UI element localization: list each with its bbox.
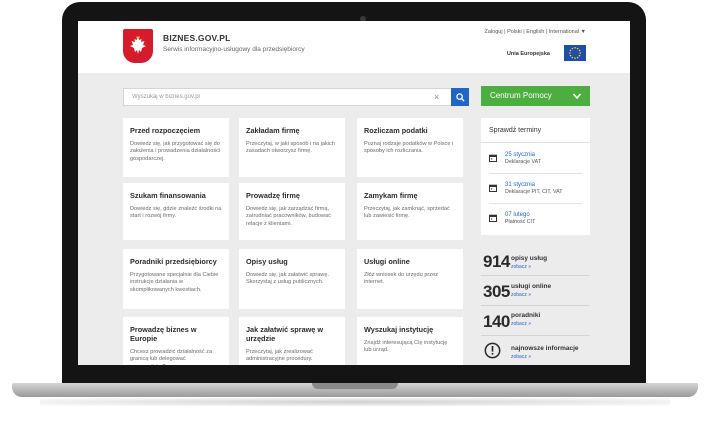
tile-office-matters[interactable]: Jak załatwić sprawę w urzędzie Przeczyta… xyxy=(239,317,345,365)
divider xyxy=(481,275,590,276)
tile-close-company[interactable]: Zamykam firmę Przeczytaj, jak zamknąć, s… xyxy=(357,183,463,240)
stat-link[interactable]: zobacz » xyxy=(511,354,531,360)
deadline-date[interactable]: 07 lutego xyxy=(505,212,530,218)
tile-title: Prowadzę firmę xyxy=(246,191,300,200)
tile-title: Wyszukaj instytucję xyxy=(364,325,434,334)
site-subtitle: Serwis informacyjno-usługowy dla przedsi… xyxy=(163,46,305,53)
help-center-button[interactable]: Centrum Pomocy xyxy=(481,86,590,106)
tile-description: Przeczytaj, jak zrealizować administracy… xyxy=(246,349,313,363)
eu-label: Unia Europejska xyxy=(506,51,550,57)
laptop-notch xyxy=(312,383,398,389)
deadline-date[interactable]: 31 stycznia xyxy=(505,182,535,188)
stat-link[interactable]: zobacz » xyxy=(511,264,531,270)
deadline-item[interactable]: 07 lutego Płatność CIT xyxy=(481,204,590,234)
search-input[interactable] xyxy=(132,89,432,105)
tile-description: Dowiedz się, jak załatwić sprawę. Skorzy… xyxy=(246,272,330,286)
tile-taxes[interactable]: Rozliczam podatki Poznaj rodzaje podatkó… xyxy=(357,118,463,177)
stat-number: 914 xyxy=(483,252,510,271)
deadline-item[interactable]: 31 stycznia Deklaracje PIT, CIT, VAT xyxy=(481,174,590,204)
calendar-icon xyxy=(489,214,497,222)
tile-description: Przeczytaj, jak zamknąć, sprzedać lub za… xyxy=(364,206,450,220)
browser-screen: BIZNES.GOV.PL Serwis informacyjno-usługo… xyxy=(78,21,630,365)
deadlines-title: Sprawdź terminy xyxy=(489,127,542,134)
tile-title: Zakładam firmę xyxy=(246,126,300,135)
stat-label: poradniki xyxy=(511,312,541,319)
stat-service-descriptions[interactable]: 914 opisy usług zobacz » xyxy=(481,249,590,276)
tile-title: Usługi online xyxy=(364,257,410,266)
stat-link[interactable]: zobacz » xyxy=(511,292,531,298)
divider xyxy=(481,142,590,143)
chevron-down-icon xyxy=(572,93,582,100)
tile-description: Dowiedz się, jak przygotować się do zało… xyxy=(130,141,221,162)
tile-title: Zamykam firmę xyxy=(364,191,418,200)
deadline-description: Deklaracje PIT, CIT, VAT xyxy=(505,189,563,195)
help-center-label: Centrum Pomocy xyxy=(490,91,552,100)
stat-news[interactable]: najnowsze informacje zobacz » xyxy=(481,339,590,365)
deadlines-panel: Sprawdź terminy 25 stycznia Deklaracje V… xyxy=(481,118,590,235)
laptop-shadow xyxy=(40,398,670,406)
calendar-icon xyxy=(489,184,497,192)
tile-start-company[interactable]: Zakładam firmę Przeczytaj, w jaki sposób… xyxy=(239,118,345,177)
tile-business-in-europe[interactable]: Prowadzę biznes w Europie Chcesz prowadz… xyxy=(123,317,229,365)
stat-online-services[interactable]: 305 usługi online zobacz » xyxy=(481,279,590,306)
tile-description: Chcesz prowadzić działalność za granicą … xyxy=(130,349,213,365)
tile-service-descriptions[interactable]: Opisy usług Dowiedz się, jak załatwić sp… xyxy=(239,249,345,309)
deadline-item[interactable]: 25 stycznia Deklaracje VAT xyxy=(481,144,590,174)
calendar-icon xyxy=(489,154,497,162)
tile-title: Szukam finansowania xyxy=(130,191,206,200)
stat-label: opisy usług xyxy=(511,255,548,262)
stat-label: usługi online xyxy=(511,283,552,290)
tile-guides[interactable]: Poradniki przedsiębiorcy Przygotowane sp… xyxy=(123,249,229,309)
top-links[interactable]: Zaloguj | Polski | English | Internation… xyxy=(485,29,586,35)
tile-title: Rozliczam podatki xyxy=(364,126,428,135)
deadline-description: Deklaracje VAT xyxy=(505,159,542,165)
stat-guides[interactable]: 140 poradniki zobacz » xyxy=(481,309,590,336)
tile-financing[interactable]: Szukam finansowania Dowiedz się, gdzie z… xyxy=(123,183,229,240)
site-name[interactable]: BIZNES.GOV.PL xyxy=(163,33,230,43)
tile-description: Złóż wniosek do urzędu przez internet. xyxy=(364,272,438,286)
deadline-date[interactable]: 25 stycznia xyxy=(505,152,535,158)
clear-icon[interactable]: × xyxy=(434,91,439,103)
tile-description: Poznaj rodzaje podatków w Polsce i sposo… xyxy=(364,141,454,155)
tile-run-company[interactable]: Prowadzę firmę Dowiedz się, jak zarządza… xyxy=(239,183,345,240)
eu-flag-icon xyxy=(564,45,586,61)
info-icon xyxy=(484,342,501,359)
tile-description: Znajdź interesującą Cię instytucję lub u… xyxy=(364,340,448,354)
stat-number: 305 xyxy=(483,282,510,301)
deadline-description: Płatność CIT xyxy=(505,219,536,225)
search-box: × xyxy=(123,88,468,106)
divider xyxy=(481,335,590,336)
tile-title: Jak załatwić sprawę w urzędzie xyxy=(246,325,324,343)
tile-description: Przeczytaj, w jaki sposób i na jakich za… xyxy=(246,141,335,155)
tile-description: Dowiedz się, gdzie znaleźć środki na sta… xyxy=(130,206,222,220)
stat-link[interactable]: zobacz » xyxy=(511,321,531,327)
tile-description: Przygotowane specjalnie dla Ciebie instr… xyxy=(130,272,219,293)
tile-before-start[interactable]: Przed rozpoczęciem Dowiedz się, jak przy… xyxy=(123,118,229,177)
tile-find-institution[interactable]: Wyszukaj instytucję Znajdź interesującą … xyxy=(357,317,463,365)
tile-description: Dowiedz się, jak zarządzać firmą, zatrud… xyxy=(246,206,331,227)
stat-number: 140 xyxy=(483,312,510,331)
site-header: BIZNES.GOV.PL Serwis informacyjno-usługo… xyxy=(78,21,630,73)
tile-title: Przed rozpoczęciem xyxy=(130,126,201,135)
tile-title: Poradniki przedsiębiorcy xyxy=(130,257,217,266)
tile-title: Opisy usług xyxy=(246,257,288,266)
divider xyxy=(481,305,590,306)
tile-online-services[interactable]: Usługi online Złóż wniosek do urzędu prz… xyxy=(357,249,463,309)
polish-eagle-emblem-icon[interactable] xyxy=(123,29,153,63)
tile-title: Prowadzę biznes w Europie xyxy=(130,325,197,343)
search-button[interactable] xyxy=(451,88,469,106)
search-icon xyxy=(455,92,465,102)
stat-label: najnowsze informacje xyxy=(511,345,579,352)
